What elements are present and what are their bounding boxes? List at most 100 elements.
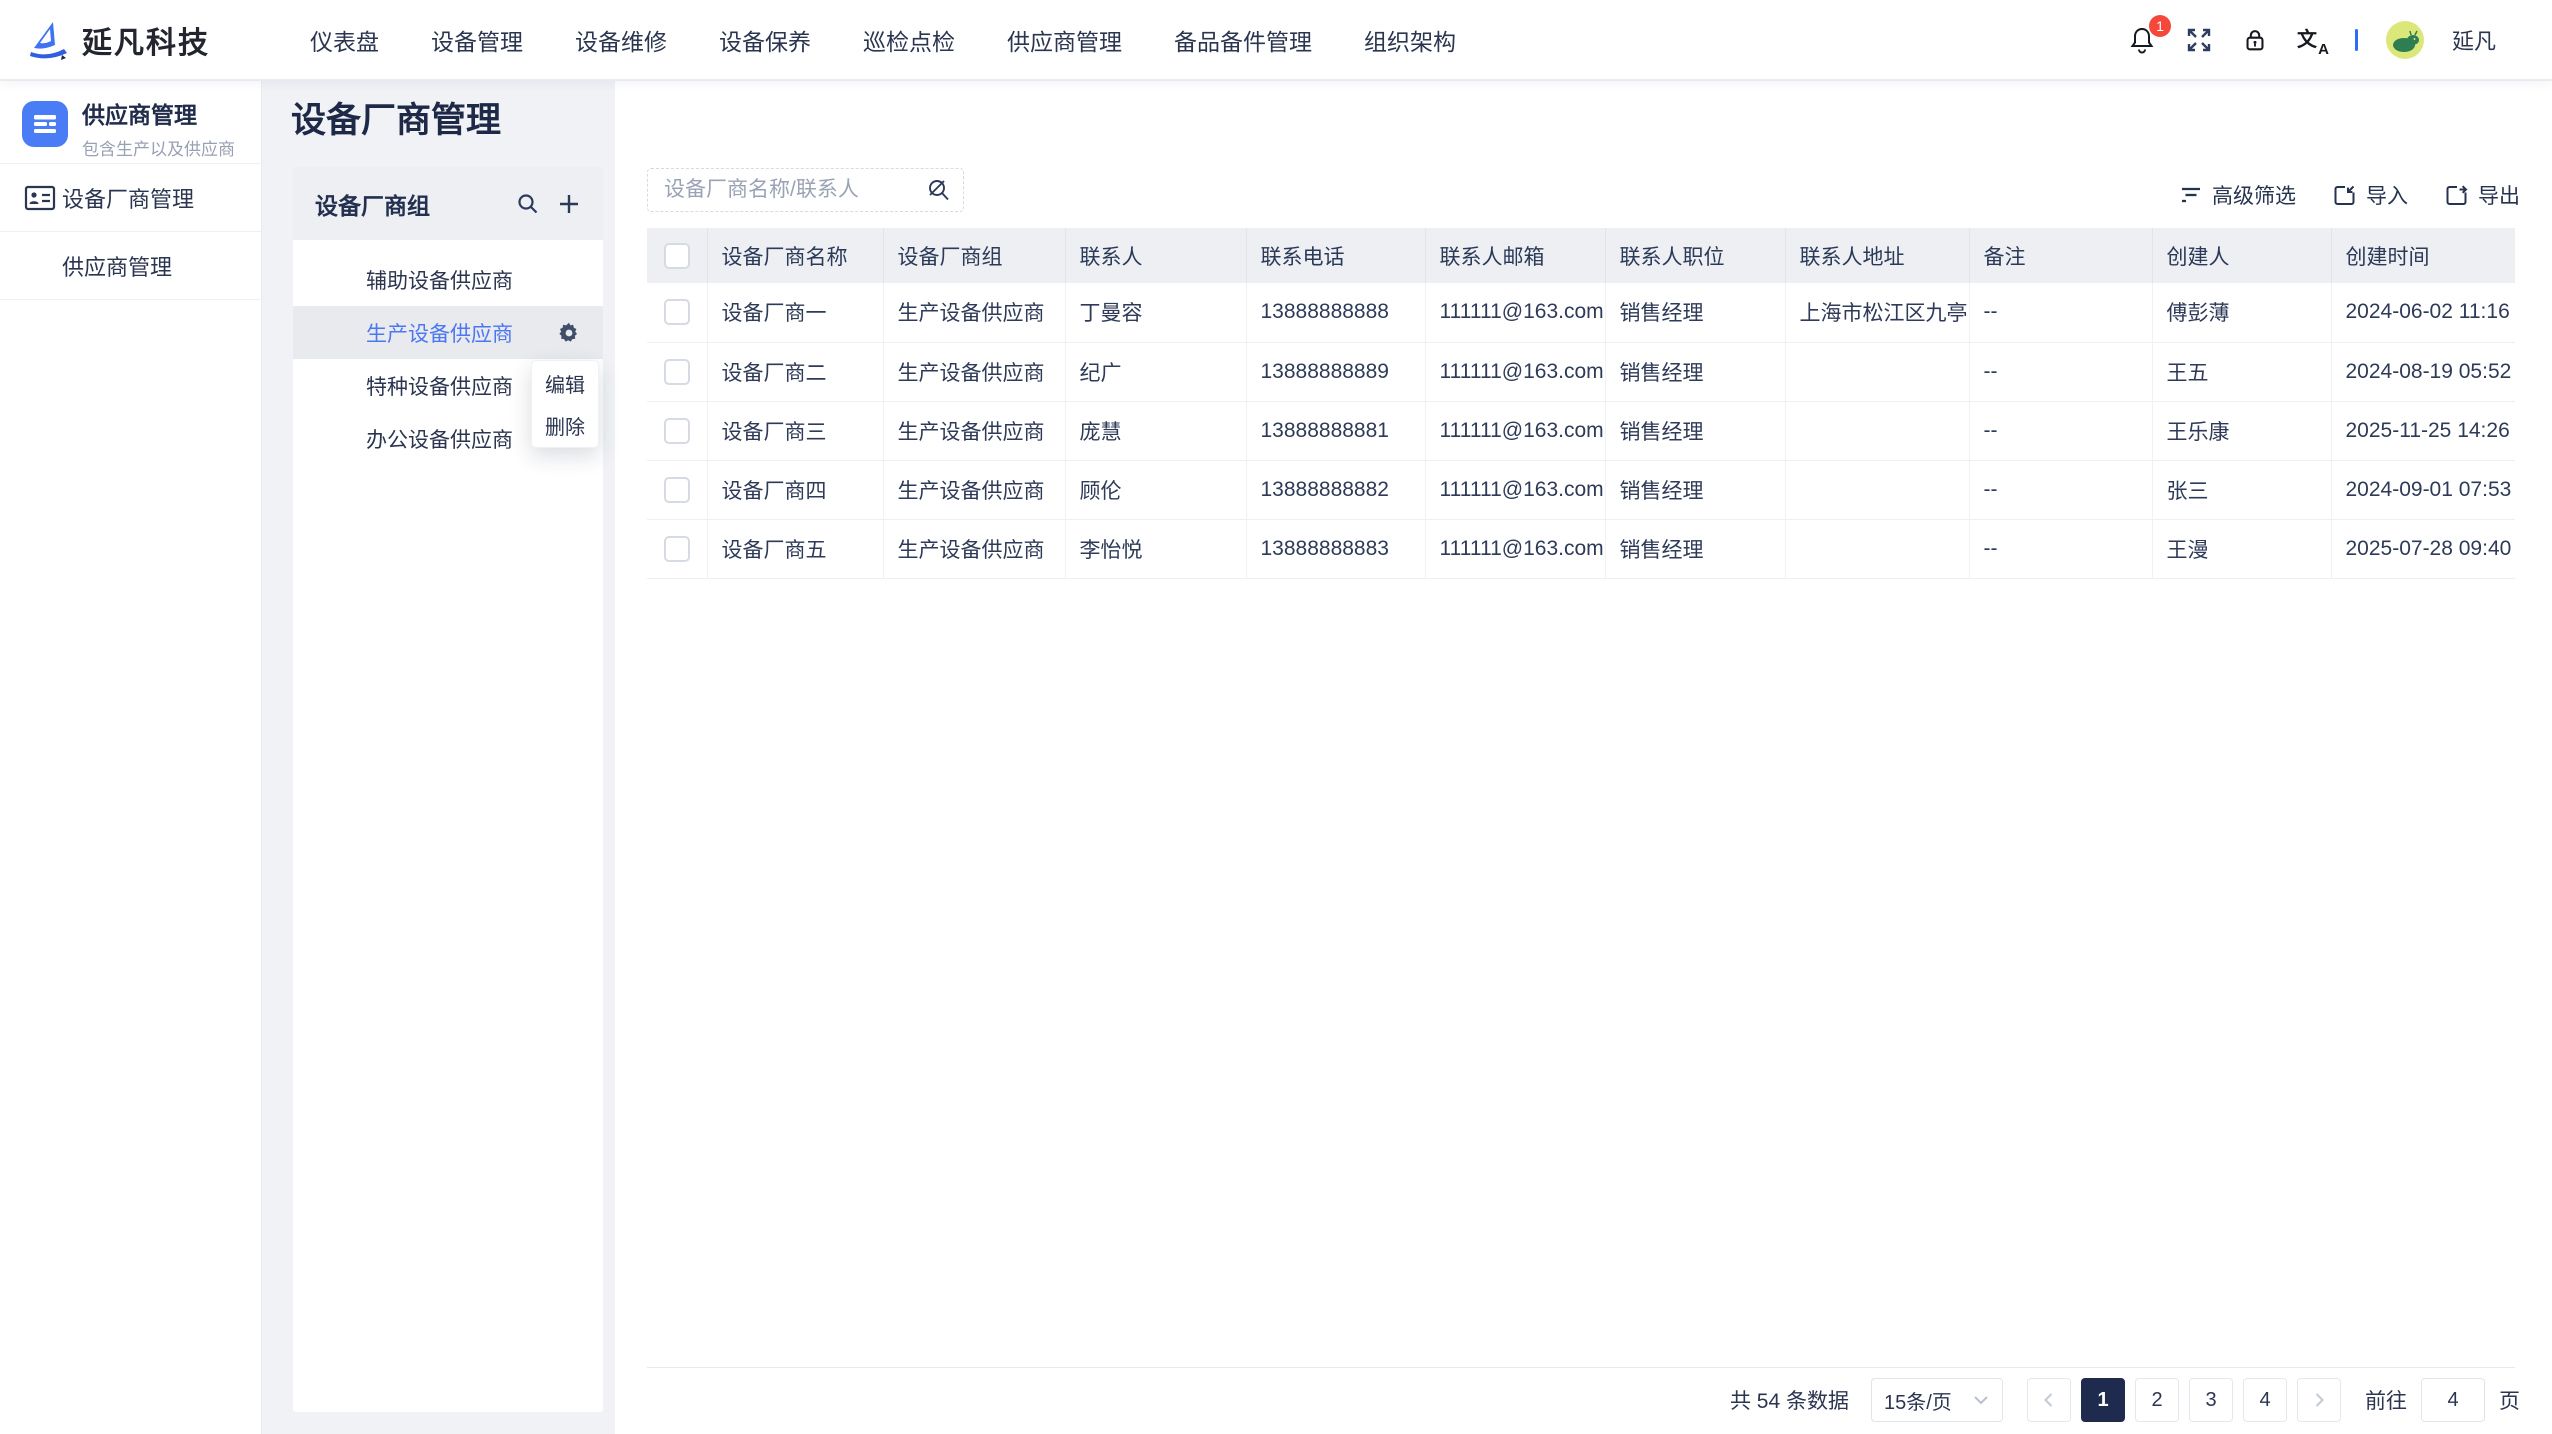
table-cell: 111111@163.com	[1425, 401, 1605, 460]
context-menu-item-delete[interactable]: 删除	[532, 404, 598, 446]
group-item[interactable]: 辅助设备供应商	[293, 253, 603, 306]
table-cell: 李怡悦	[1065, 519, 1246, 578]
table-cell: 111111@163.com	[1425, 283, 1605, 342]
prev-page-button[interactable]	[2027, 1378, 2071, 1422]
row-checkbox-cell	[647, 283, 707, 342]
row-checkbox[interactable]	[664, 418, 690, 444]
fullscreen-icon[interactable]	[2185, 26, 2213, 54]
sidebar-item-supplier-management[interactable]: 供应商管理	[0, 232, 261, 300]
table-cell	[1785, 401, 1969, 460]
table-cell: 王乐康	[2152, 401, 2331, 460]
lock-icon[interactable]	[2241, 26, 2269, 54]
table-row: 设备厂商一生产设备供应商丁曼容13888888888111111@163.com…	[647, 283, 2515, 342]
brand-name: 延凡科技	[82, 18, 210, 62]
group-search-icon[interactable]	[516, 192, 539, 215]
table-column-header: 创建人	[2152, 228, 2331, 283]
gear-icon[interactable]	[557, 321, 581, 345]
header-divider	[2355, 29, 2358, 51]
table-cell: 生产设备供应商	[883, 401, 1065, 460]
main-nav: 仪表盘 设备管理 设备维修 设备保养 巡检点检 供应商管理 备品备件管理 组织架构	[310, 0, 1456, 79]
translate-icon[interactable]: 文A	[2297, 25, 2327, 55]
vendor-search	[647, 168, 964, 212]
sidebar: 供应商管理 包含生产以及供应商 设备厂商管理供应商管理	[0, 81, 262, 1434]
table-cell: 销售经理	[1605, 460, 1785, 519]
table-cell: 111111@163.com	[1425, 342, 1605, 401]
nav-item-org-structure[interactable]: 组织架构	[1364, 23, 1456, 57]
group-item[interactable]: 生产设备供应商	[293, 306, 603, 359]
nav-item-spare-parts-management[interactable]: 备品备件管理	[1174, 23, 1312, 57]
context-menu-item-edit[interactable]: 编辑	[532, 362, 598, 404]
nav-item-supplier-management[interactable]: 供应商管理	[1007, 23, 1122, 57]
notification-badge: 1	[2149, 15, 2171, 37]
table-cell: --	[1969, 519, 2152, 578]
table-header-row: 设备厂商名称设备厂商组联系人联系电话联系人邮箱联系人职位联系人地址备注创建人创建…	[647, 228, 2515, 283]
table-cell: 设备厂商一	[707, 283, 883, 342]
advanced-filter-button[interactable]: 高级筛选	[2179, 180, 2296, 210]
pagination-total: 共 54 条数据	[1730, 1385, 1849, 1415]
row-checkbox-cell	[647, 460, 707, 519]
goto-page-input[interactable]	[2421, 1378, 2485, 1422]
table-cell: 设备厂商五	[707, 519, 883, 578]
username[interactable]: 延凡	[2452, 24, 2496, 56]
page-button-4[interactable]: 4	[2243, 1378, 2287, 1422]
sidebar-item-device-vendor-management[interactable]: 设备厂商管理	[0, 164, 261, 232]
table-cell: 傅彭薄	[2152, 283, 2331, 342]
table-cell	[1785, 460, 1969, 519]
page-button-3[interactable]: 3	[2189, 1378, 2233, 1422]
table-column-header: 设备厂商组	[883, 228, 1065, 283]
sidebar-app-title: 供应商管理	[82, 103, 235, 128]
table-column-header: 联系电话	[1246, 228, 1425, 283]
page-button-1[interactable]: 1	[2081, 1378, 2125, 1422]
row-checkbox[interactable]	[664, 359, 690, 385]
table-cell: 2024-08-19 05:52	[2331, 342, 2515, 401]
table-cell: 销售经理	[1605, 401, 1785, 460]
table-cell: 庞慧	[1065, 401, 1246, 460]
sidebar-item-label: 供应商管理	[62, 250, 172, 282]
vendor-group-header: 设备厂商组	[293, 167, 603, 240]
nav-item-inspection[interactable]: 巡检点检	[863, 23, 955, 57]
row-checkbox[interactable]	[664, 477, 690, 503]
table-cell: 上海市松江区九亭U	[1785, 283, 1969, 342]
nav-item-device-maintenance[interactable]: 设备保养	[719, 23, 811, 57]
search-submit-icon[interactable]	[925, 177, 952, 204]
header-checkbox[interactable]	[664, 243, 690, 269]
chevron-down-icon	[1972, 1391, 1990, 1409]
import-button[interactable]: 导入	[2332, 180, 2408, 210]
row-checkbox[interactable]	[664, 299, 690, 325]
group-context-menu: 编辑删除	[531, 360, 599, 448]
table-cell: 生产设备供应商	[883, 283, 1065, 342]
page-title: 设备厂商管理	[291, 92, 501, 143]
table-cell: 2025-11-25 14:26	[2331, 401, 2515, 460]
goto-suffix: 页	[2499, 1385, 2520, 1415]
sidebar-app-subtitle: 包含生产以及供应商	[82, 135, 235, 160]
table-cell	[1785, 519, 1969, 578]
app-window: 延凡科技 仪表盘设备管理设备维修设备保养巡检点检供应商管理备品备件管理组织架构 …	[0, 0, 2552, 1434]
table-cell: 设备厂商四	[707, 460, 883, 519]
table-cell: 111111@163.com	[1425, 519, 1605, 578]
vendor-search-input[interactable]	[647, 168, 964, 212]
page-size-select[interactable]: 15条/页	[1871, 1378, 2003, 1422]
table-cell	[1785, 342, 1969, 401]
top-header: 延凡科技 仪表盘设备管理设备维修设备保养巡检点检供应商管理备品备件管理组织架构 …	[0, 0, 2552, 80]
avatar[interactable]	[2386, 21, 2424, 59]
nav-item-device-repair[interactable]: 设备维修	[575, 23, 667, 57]
table-column-header: 联系人邮箱	[1425, 228, 1605, 283]
pagination: 共 54 条数据 15条/页 1234 前往 页	[1730, 1378, 2520, 1422]
notification-bell-icon[interactable]: 1	[2127, 25, 2157, 55]
nav-item-device-management[interactable]: 设备管理	[431, 23, 523, 57]
brand[interactable]: 延凡科技	[26, 17, 210, 63]
table-column-header: 联系人职位	[1605, 228, 1785, 283]
sidebar-app-block: 供应商管理 包含生产以及供应商	[0, 81, 261, 164]
row-checkbox[interactable]	[664, 536, 690, 562]
table-cell: 13888888889	[1246, 342, 1425, 401]
table-cell: 王漫	[2152, 519, 2331, 578]
group-add-icon[interactable]	[557, 192, 581, 216]
vendor-group-title: 设备厂商组	[315, 187, 430, 221]
row-checkbox-cell	[647, 342, 707, 401]
export-button[interactable]: 导出	[2444, 180, 2520, 210]
next-page-button[interactable]	[2297, 1378, 2341, 1422]
table-row: 设备厂商五生产设备供应商李怡悦13888888883111111@163.com…	[647, 519, 2515, 578]
page-button-2[interactable]: 2	[2135, 1378, 2179, 1422]
table-cell: 王五	[2152, 342, 2331, 401]
nav-item-dashboard[interactable]: 仪表盘	[310, 23, 379, 57]
